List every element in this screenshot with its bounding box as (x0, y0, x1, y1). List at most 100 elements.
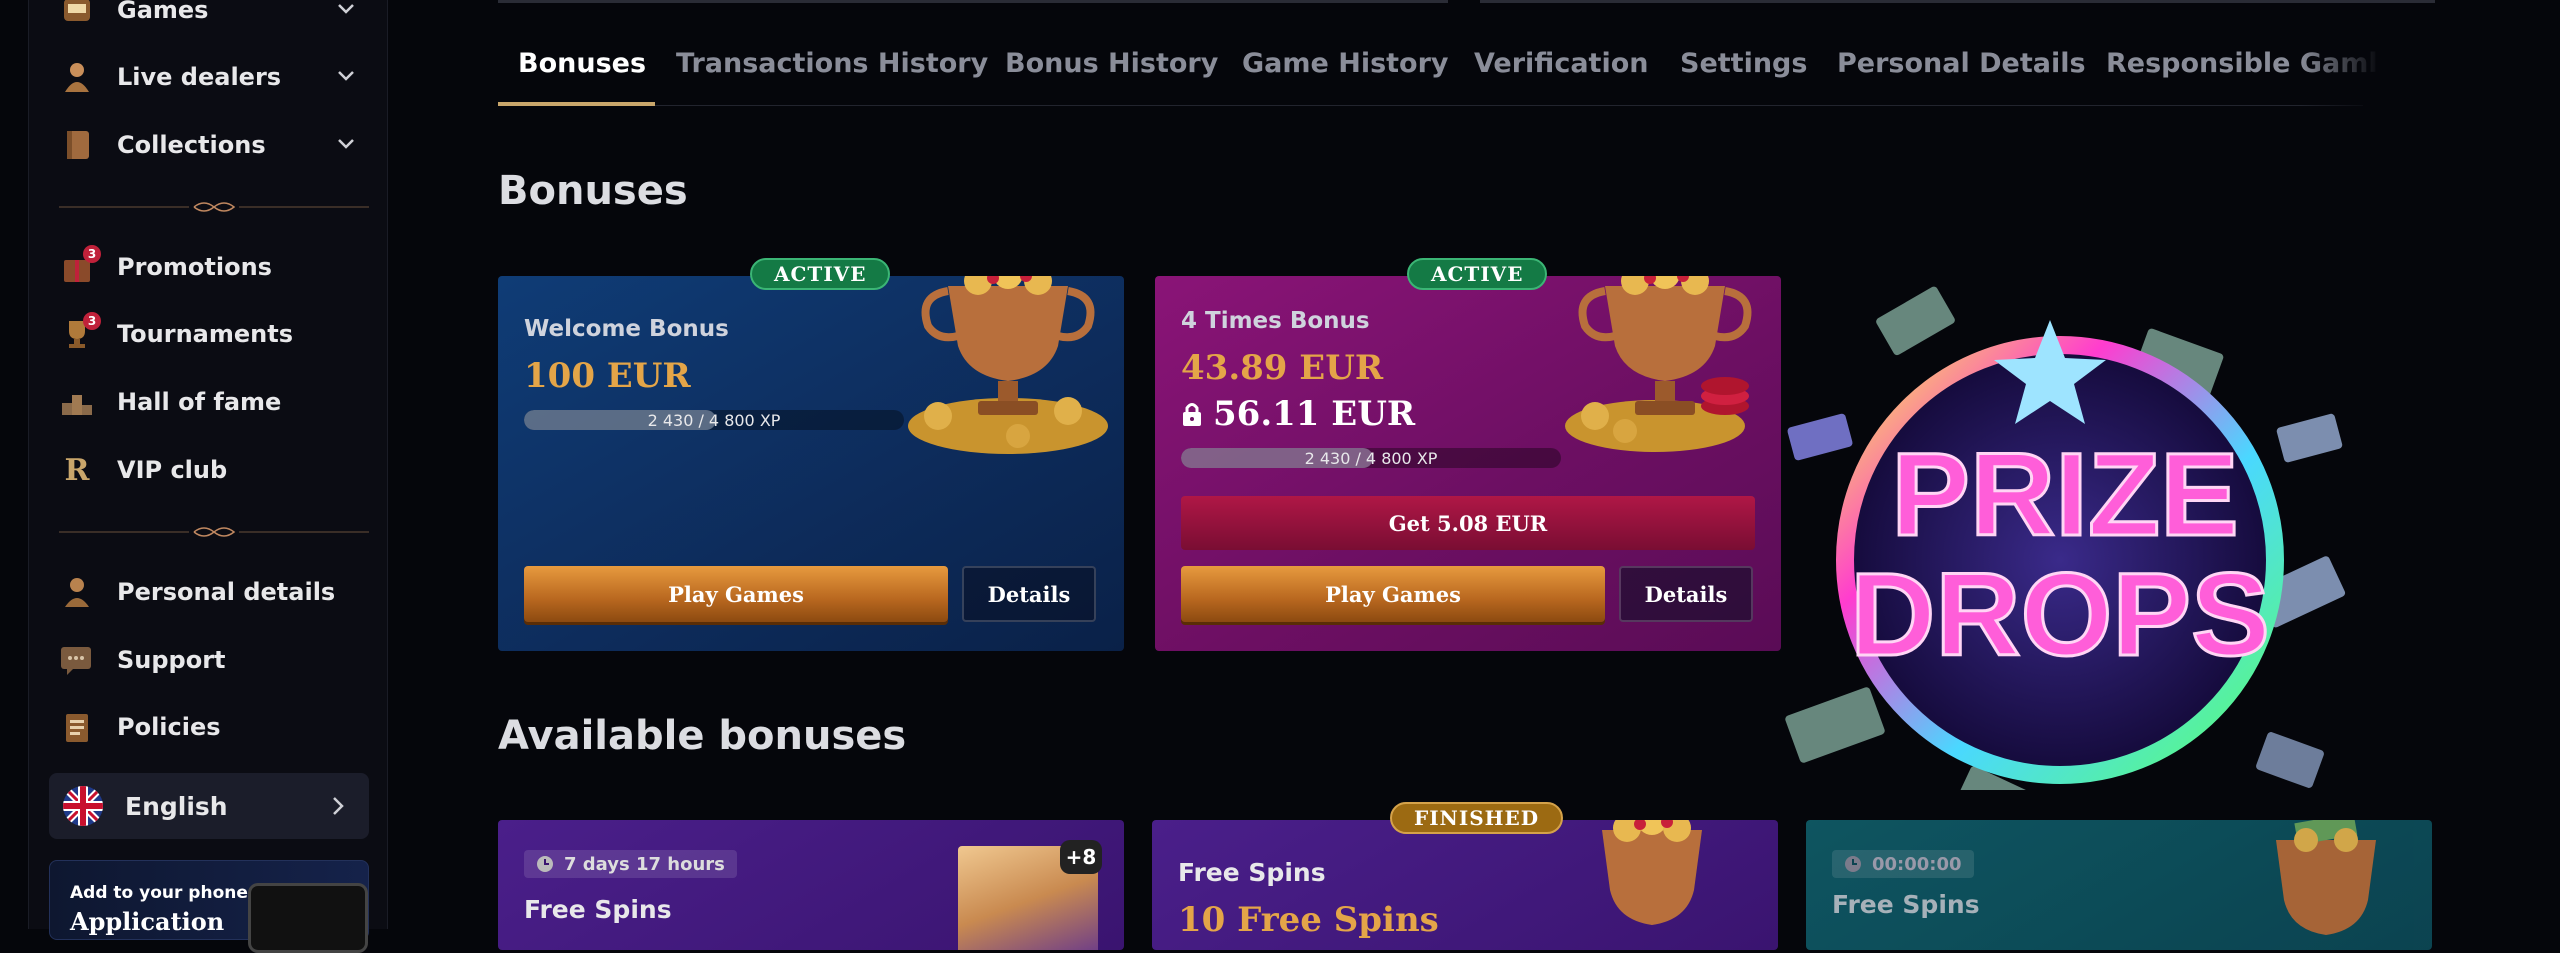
timer-text: 00:00:00 (1872, 853, 1962, 875)
available-bonus-card: Free Spins 10 Free Spins (1152, 820, 1778, 950)
status-badge-finished: FINISHED (1390, 802, 1564, 834)
notification-badge: 3 (83, 312, 101, 330)
sidebar-item-label: Hall of fame (117, 388, 282, 416)
clock-icon (1845, 856, 1861, 872)
sidebar-item-label: Support (117, 646, 226, 674)
trophy-coins-image (1602, 820, 1702, 925)
sidebar-item-hall-of-fame[interactable]: Hall of fame (59, 377, 369, 427)
sidebar: Games Live dealers Collections 3 Promoti… (28, 0, 388, 953)
available-bonus-card: 7 days 17 hours Free Spins +8 (498, 820, 1124, 950)
podium-icon (59, 384, 95, 420)
trophy-icon: 3 (59, 312, 101, 352)
sidebar-item-vip-club[interactable]: R VIP club (59, 445, 369, 495)
top-bar-left (498, 0, 1448, 3)
app-download-banner[interactable]: Add to your phone Application (49, 860, 369, 953)
slot-machine-icon (59, 0, 95, 28)
sidebar-item-label: Tournaments (117, 320, 294, 348)
status-badge-active: ACTIVE (750, 258, 891, 290)
sidebar-item-label: Personal details (117, 578, 336, 606)
bonus-name: 4 Times Bonus (1181, 308, 1370, 334)
bonus-name: Welcome Bonus (524, 316, 729, 342)
timer-badge: 00:00:00 (1832, 850, 1974, 878)
xp-progress-text: 2 430 / 4 800 XP (647, 410, 781, 430)
sidebar-item-games[interactable]: Games (59, 0, 369, 35)
play-games-button[interactable]: Play Games (524, 566, 948, 622)
person-icon (59, 574, 95, 610)
prize-drops-banner[interactable]: PRIZE DROPS (1760, 270, 2400, 790)
details-button[interactable]: Details (1619, 566, 1753, 622)
sidebar-item-label: Policies (117, 713, 221, 741)
clock-icon (537, 856, 553, 872)
sidebar-item-support[interactable]: Support (59, 635, 369, 685)
ornament-divider (59, 202, 369, 212)
vip-r-icon: R (64, 452, 90, 488)
tab-settings[interactable]: Settings (1680, 48, 1807, 79)
sidebar-item-label: Promotions (117, 253, 272, 281)
sidebar-item-personal-details[interactable]: Personal details (59, 567, 369, 617)
clipboard-icon (59, 709, 95, 745)
chevron-down-icon[interactable] (333, 130, 359, 156)
xp-progress-bar: 2 430 / 4 800 XP (524, 410, 904, 430)
sidebar-item-label: VIP club (117, 456, 228, 484)
notification-badge: 3 (83, 245, 101, 263)
bonus-card-welcome: Welcome Bonus 100 EUR 2 430 / 4 800 XP P… (498, 276, 1124, 651)
lock-icon (1183, 403, 1201, 426)
top-bar-right (1480, 0, 2435, 3)
locked-amount: 56.11 EUR (1181, 394, 1415, 434)
chat-icon (59, 642, 95, 678)
sidebar-item-label: Live dealers (117, 63, 282, 91)
bonus-amount: 43.89 EUR (1181, 348, 1384, 388)
chevron-down-icon[interactable] (333, 0, 359, 21)
section-title-bonuses: Bonuses (498, 168, 688, 214)
tab-game-history[interactable]: Game History (1242, 48, 1449, 79)
active-tab-indicator (498, 102, 655, 106)
tab-bonus-history[interactable]: Bonus History (1005, 48, 1218, 79)
chevron-down-icon[interactable] (333, 62, 359, 88)
locked-amount-value: 56.11 EUR (1213, 394, 1416, 434)
available-bonus-card: 00:00:00 Free Spins (1806, 820, 2432, 950)
sidebar-item-label: Games (117, 0, 209, 24)
drops-text: DROPS (1850, 549, 2270, 681)
bonus-name: Free Spins (524, 895, 672, 924)
bonus-amount: 10 Free Spins (1178, 900, 1439, 940)
play-games-button[interactable]: Play Games (1181, 566, 1605, 622)
sidebar-item-promotions[interactable]: 3 Promotions (59, 242, 369, 292)
bonus-card-4-times: 4 Times Bonus 43.89 EUR 56.11 EUR 2 430 … (1155, 276, 1781, 651)
bonus-name: Free Spins (1178, 858, 1326, 887)
xp-progress-text: 2 430 / 4 800 XP (1304, 448, 1438, 468)
phone-icon (248, 883, 368, 953)
account-tabs: Bonuses Transactions History Bonus Histo… (498, 40, 2378, 106)
trophy-coins-image (908, 276, 1108, 454)
gift-box-icon: 3 (59, 245, 101, 285)
prize-text: PRIZE (1891, 429, 2239, 561)
timer-text: 7 days 17 hours (564, 853, 725, 875)
status-badge-active: ACTIVE (1407, 258, 1548, 290)
book-icon (59, 127, 95, 163)
tabs-fade-overlay (2300, 40, 2380, 106)
timer-badge: 7 days 17 hours (524, 850, 737, 878)
section-title-available-bonuses: Available bonuses (498, 713, 907, 759)
sidebar-item-label: Collections (117, 131, 266, 159)
tab-personal-details[interactable]: Personal Details (1837, 48, 2086, 79)
bonus-name: Free Spins (1832, 890, 1980, 919)
language-selector[interactable]: English (49, 773, 369, 839)
trophy-cash-image (2276, 820, 2376, 935)
more-games-count: +8 (1060, 840, 1102, 874)
tab-bonuses[interactable]: Bonuses (518, 48, 646, 79)
trophy-chips-image (1565, 276, 1752, 452)
details-button[interactable]: Details (962, 566, 1096, 622)
chevron-right-icon (333, 797, 344, 815)
xp-progress-bar: 2 430 / 4 800 XP (1181, 448, 1561, 468)
dealer-icon (59, 59, 95, 95)
sidebar-item-tournaments[interactable]: 3 Tournaments (59, 309, 369, 359)
tab-transactions-history[interactable]: Transactions History (676, 48, 988, 79)
tab-verification[interactable]: Verification (1474, 48, 1648, 79)
bonus-amount: 100 EUR (524, 356, 691, 396)
get-bonus-button[interactable]: Get 5.08 EUR (1181, 496, 1755, 550)
sidebar-item-collections[interactable]: Collections (59, 120, 369, 170)
ornament-divider (59, 527, 369, 537)
sidebar-item-policies[interactable]: Policies (59, 702, 369, 752)
language-label: English (125, 791, 228, 821)
sidebar-item-live-dealers[interactable]: Live dealers (59, 52, 369, 102)
uk-flag-icon (63, 786, 103, 826)
